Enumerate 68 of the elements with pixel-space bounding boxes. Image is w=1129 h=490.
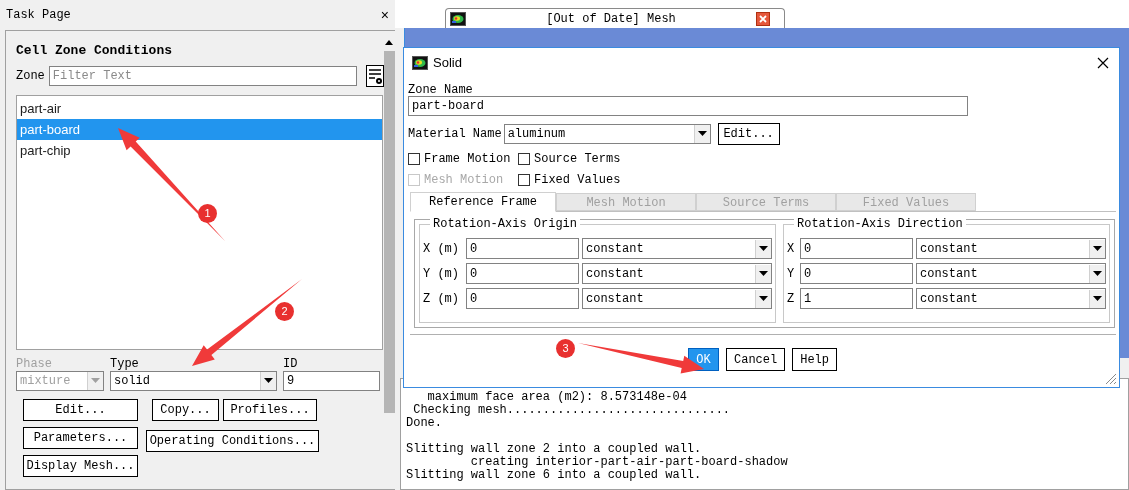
axis-label: Y (m): [423, 265, 460, 283]
zone-list-item[interactable]: part-air: [17, 98, 382, 119]
value-field[interactable]: 0: [466, 238, 579, 259]
button[interactable]: Copy...: [152, 399, 219, 421]
scroll-up-arrow-icon[interactable]: [385, 39, 394, 45]
axis-label: X: [787, 240, 796, 258]
graphics-tab[interactable]: [Out of Date] Mesh: [445, 8, 785, 28]
console-line: Done.: [406, 417, 443, 430]
app-logo-icon: [450, 11, 466, 26]
method-dropdown[interactable]: constant: [582, 288, 772, 309]
id-field[interactable]: 9: [283, 371, 380, 391]
value-field[interactable]: 0: [466, 288, 579, 309]
field-label: Material Name: [408, 126, 502, 143]
field-label: Type: [110, 356, 140, 371]
console-line: Slitting wall zone 2 into a coupled wall.: [406, 441, 703, 456]
group-title: Rotation-Axis Origin: [430, 217, 581, 231]
checkbox-label: Frame Motion: [424, 151, 511, 168]
button[interactable]: Parameters...: [23, 427, 138, 449]
console-line: Slitting wall zone 6 into a coupled wall.: [406, 469, 703, 482]
axis-label: Z (m): [423, 290, 460, 308]
button[interactable]: Edit...: [717, 123, 780, 145]
field-label: Zone: [16, 68, 45, 85]
method-dropdown[interactable]: constant: [582, 263, 772, 284]
section-heading: Cell Zone Conditions: [16, 42, 174, 60]
method-dropdown[interactable]: constant: [916, 263, 1106, 284]
checkbox-label: Source Terms: [534, 151, 621, 168]
console-line: maximum face area (m2): 8.573148e-04: [426, 391, 688, 404]
checkbox-label: Fixed Values: [534, 172, 621, 189]
checkbox-label: Mesh Motion: [424, 172, 504, 189]
field-label: Zone Name: [408, 82, 474, 96]
value-field[interactable]: 1: [800, 288, 913, 309]
filter-settings-icon[interactable]: [365, 65, 384, 87]
button[interactable]: Profiles...: [223, 399, 317, 421]
axis-label: Y: [787, 265, 796, 283]
button[interactable]: Help: [792, 348, 837, 371]
button[interactable]: Edit...: [23, 399, 138, 421]
zone-name-field[interactable]: part-board: [408, 96, 968, 116]
checkbox[interactable]: [518, 174, 530, 186]
button[interactable]: Display Mesh...: [23, 455, 138, 477]
close-icon[interactable]: [756, 11, 770, 26]
console-line: creating interior-part-air-part-board-shadow: [469, 456, 789, 469]
console-line: Checking mesh...............................: [412, 404, 732, 417]
value-field[interactable]: 0: [800, 263, 913, 284]
field-label: ID: [283, 356, 299, 371]
value-field[interactable]: 0: [466, 263, 579, 284]
close-icon[interactable]: [1097, 57, 1109, 69]
field-label: Phase: [16, 356, 53, 371]
checkbox[interactable]: [518, 153, 530, 165]
dialog-title: Solid: [433, 54, 463, 73]
checkbox[interactable]: [408, 153, 420, 165]
axis-label: Z: [787, 290, 796, 308]
panel-title: Task Page: [6, 7, 71, 24]
axis-label: X (m): [423, 240, 460, 258]
filter-field[interactable]: Filter Text: [48, 66, 357, 86]
button[interactable]: Operating Conditions...: [146, 430, 319, 452]
scrollbar[interactable]: [383, 31, 395, 489]
method-dropdown[interactable]: constant: [582, 238, 772, 259]
method-dropdown[interactable]: constant: [916, 288, 1106, 309]
button[interactable]: Cancel: [726, 348, 786, 371]
tab[interactable]: Reference Frame: [410, 192, 556, 212]
type-dropdown[interactable]: solid: [110, 371, 277, 391]
zone-list-item[interactable]: part-chip: [17, 140, 382, 161]
value-field[interactable]: 0: [800, 238, 913, 259]
method-dropdown[interactable]: constant: [916, 238, 1106, 259]
resize-grip-icon[interactable]: [1105, 373, 1117, 385]
close-button[interactable]: ×: [380, 8, 389, 22]
app-logo-icon: [412, 56, 428, 70]
material-dropdown[interactable]: aluminum: [503, 124, 711, 144]
